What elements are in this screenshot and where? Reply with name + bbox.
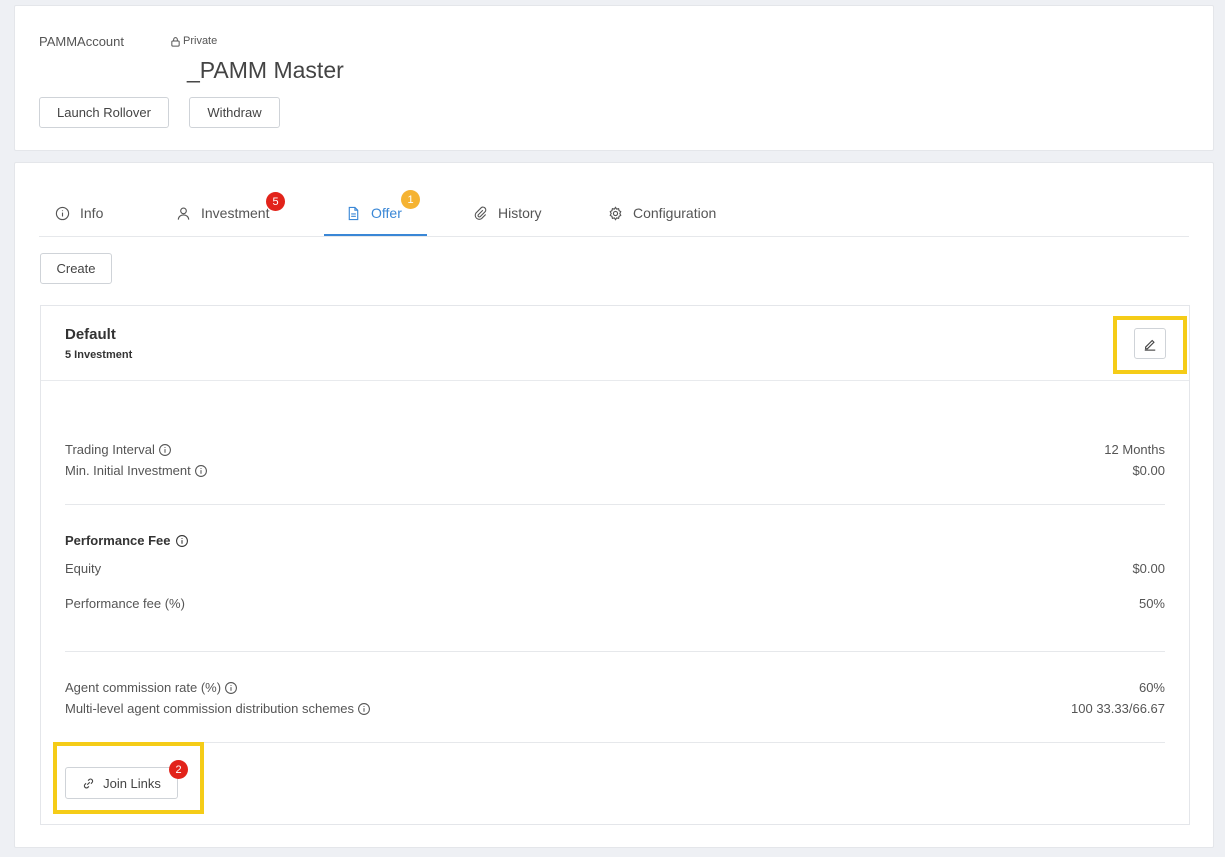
row-value: 60% [1138,680,1165,695]
gear-icon [609,205,622,221]
tab-label: Offer [371,205,402,221]
pencil-icon [1144,339,1156,351]
edit-offer-button[interactable] [1134,328,1166,359]
row-value: 100 33.33/66.67 [1071,701,1165,716]
offer-investment-count: 5 Investment [65,349,133,361]
launch-rollover-button[interactable]: Launch Rollover [39,97,169,128]
active-tab-indicator [324,234,427,236]
tab-label: History [498,205,542,221]
privacy-label: Private [170,35,217,47]
row-label: Min. Initial Investment [65,463,191,478]
join-links-badge: 2 [169,760,188,779]
paperclip-icon [474,206,487,220]
tab-label: Info [80,205,104,221]
divider [65,651,1165,652]
performance-fee-row: Performance fee (%) 50% [65,596,1165,611]
row-value: 50% [1138,596,1165,611]
row-label: Equity [65,561,102,576]
tab-label: Investment [201,205,270,221]
offer-count-badge: 1 [401,190,420,209]
link-icon [83,778,94,788]
agent-commission-row: Agent commission rate (%) 60% [65,680,1165,695]
divider [65,742,1165,743]
info-icon[interactable] [158,443,172,457]
offer-card: Default 5 Investment Trading Interval 12… [40,305,1190,825]
create-offer-button[interactable]: Create [40,253,112,284]
row-value: $0.00 [1132,463,1165,478]
lock-icon [171,36,180,47]
join-links-label: Join Links [103,775,161,791]
withdraw-button[interactable]: Withdraw [189,97,280,128]
offer-title: Default [65,326,116,343]
tab-investment[interactable]: Investment [176,189,269,237]
info-icon [55,206,70,220]
offer-card-header: Default 5 Investment [41,306,1189,381]
main-panel: Info Investment 5 Offer 1 History Config… [14,162,1214,848]
user-icon [177,206,190,220]
account-type: PAMMAccount [39,34,125,49]
divider [65,504,1165,505]
multi-level-scheme-row: Multi-level agent commission distributio… [65,701,1165,716]
tab-configuration[interactable]: Configuration [608,189,716,237]
tab-label: Configuration [633,205,717,221]
tab-history[interactable]: History [473,189,542,237]
investment-count-badge: 5 [266,192,285,211]
info-icon[interactable] [175,534,189,548]
section-title-text: Performance Fee [65,533,171,548]
row-label: Agent commission rate (%) [65,680,222,695]
join-links-button[interactable]: Join Links [65,767,178,799]
tab-info[interactable]: Info [55,189,103,237]
row-label: Multi-level agent commission distributio… [65,701,355,716]
info-icon[interactable] [224,681,238,695]
account-header: PAMMAccount Private _PAMM Master Launch … [14,5,1214,151]
performance-fee-title: Performance Fee [65,533,189,548]
tab-offer[interactable]: Offer [346,189,402,237]
row-value: 12 Months [1104,442,1165,457]
document-icon [348,206,359,220]
row-value: $0.00 [1132,561,1165,576]
account-name: _PAMM Master [187,57,344,83]
row-label: Performance fee (%) [65,596,185,611]
equity-row: Equity $0.00 [65,561,1165,576]
info-icon[interactable] [194,464,208,478]
trading-interval-row: Trading Interval 12 Months [65,442,1165,457]
tab-bar: Info Investment 5 Offer 1 History Config… [39,189,1189,237]
privacy-text: Private [183,35,218,47]
row-label: Trading Interval [65,442,155,457]
min-investment-row: Min. Initial Investment $0.00 [65,463,1165,478]
info-icon[interactable] [357,702,371,716]
